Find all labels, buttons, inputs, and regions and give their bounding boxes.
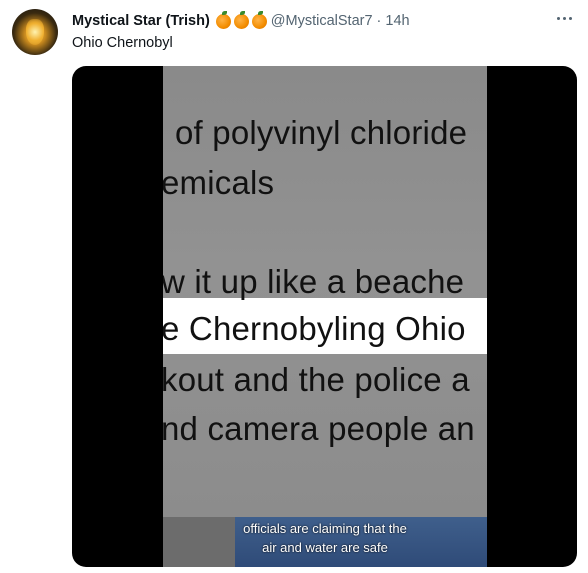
name-emojis (213, 10, 267, 29)
tweet-text: Ohio Chernobyl (72, 35, 173, 51)
video-text-line: emicals (163, 164, 275, 201)
video-text-line: w it up like a beache (163, 263, 465, 300)
tweet-header: Mystical Star (Trish) @MysticalStar7 · 1… (72, 10, 410, 31)
video-text-line: nd camera people an (163, 410, 475, 447)
avatar[interactable] (12, 9, 58, 55)
timestamp[interactable]: 14h (385, 13, 409, 29)
video-text-line: of polyvinyl chloride (175, 114, 468, 151)
avatar-glow (26, 19, 44, 45)
video-frame: of polyvinyl chloride emicals w it up li… (163, 66, 487, 567)
more-options-icon[interactable] (550, 8, 578, 28)
video-caption-line-1: officials are claiming that the (243, 521, 407, 536)
video-caption-line-2: air and water are safe (262, 540, 388, 555)
separator-dot: · (376, 13, 382, 29)
orange-emoji-icon (233, 10, 249, 29)
orange-emoji-icon (215, 10, 231, 29)
tweet[interactable]: Mystical Star (Trish) @MysticalStar7 · 1… (0, 0, 588, 573)
orange-emoji-icon (251, 10, 267, 29)
display-name[interactable]: Mystical Star (Trish) (72, 13, 210, 29)
video-player[interactable]: of polyvinyl chloride emicals w it up li… (72, 66, 577, 567)
video-text-line: e Chernobyling Ohio (163, 310, 466, 347)
video-text-line: kout and the police a (163, 361, 470, 398)
user-handle[interactable]: @MysticalStar7 (271, 13, 373, 29)
